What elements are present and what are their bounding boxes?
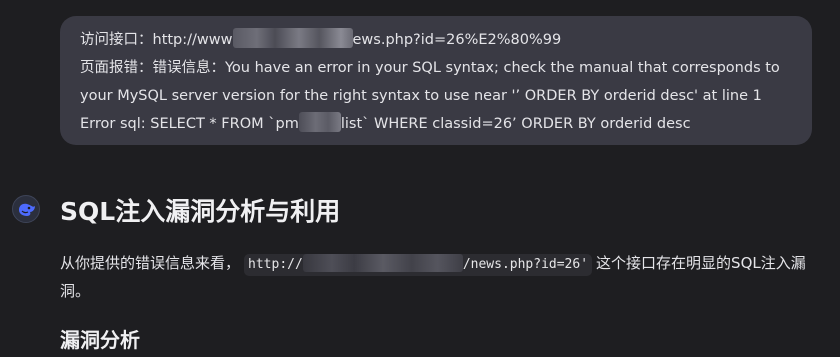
response-paragraph: 从你提供的错误信息来看， http:///news.php?id=26' 这个接口存… (60, 249, 820, 305)
message-line-sql: Error sql: SELECT * FROM `pm list` WHERE … (80, 110, 792, 138)
sql-suffix: list` WHERE classid=26’ ORDER BY orderid… (340, 116, 691, 132)
url-suffix: ews.php?id=26%E2%80%99 (352, 32, 562, 48)
redacted-table-name (298, 112, 341, 132)
code-suffix: /news.php?id=26' (462, 257, 589, 272)
assistant-logo-icon (19, 203, 35, 216)
response-heading: SQL注入漏洞分析与利用 (60, 197, 341, 226)
message-line-error: 页面报错：错误信息：You have an error in your SQL … (80, 60, 780, 76)
message-line-url: 访问接口：http://www ews.php?id=26%E2%80%99 (80, 26, 792, 54)
paragraph-intro: 从你提供的错误信息来看， (60, 254, 241, 272)
user-message-bubble: 访问接口：http://www ews.php?id=26%E2%80%99 页面… (60, 16, 812, 145)
message-line-error-cont: your MySQL server version for the right … (80, 88, 762, 104)
sql-prefix: Error sql: SELECT * FROM `pm (80, 116, 299, 132)
inline-code-url: http:// /news.php?id=26' (244, 254, 593, 276)
redacted-domain (232, 28, 353, 48)
code-prefix: http:// (248, 257, 303, 272)
chat-view: 访问接口：http://www ews.php?id=26%E2%80%99 页面… (0, 0, 840, 357)
assistant-avatar (12, 195, 40, 223)
redacted-code-domain (302, 254, 463, 272)
url-prefix: 访问接口：http://www (80, 32, 233, 48)
response-subheading: 漏洞分析 (60, 328, 140, 352)
